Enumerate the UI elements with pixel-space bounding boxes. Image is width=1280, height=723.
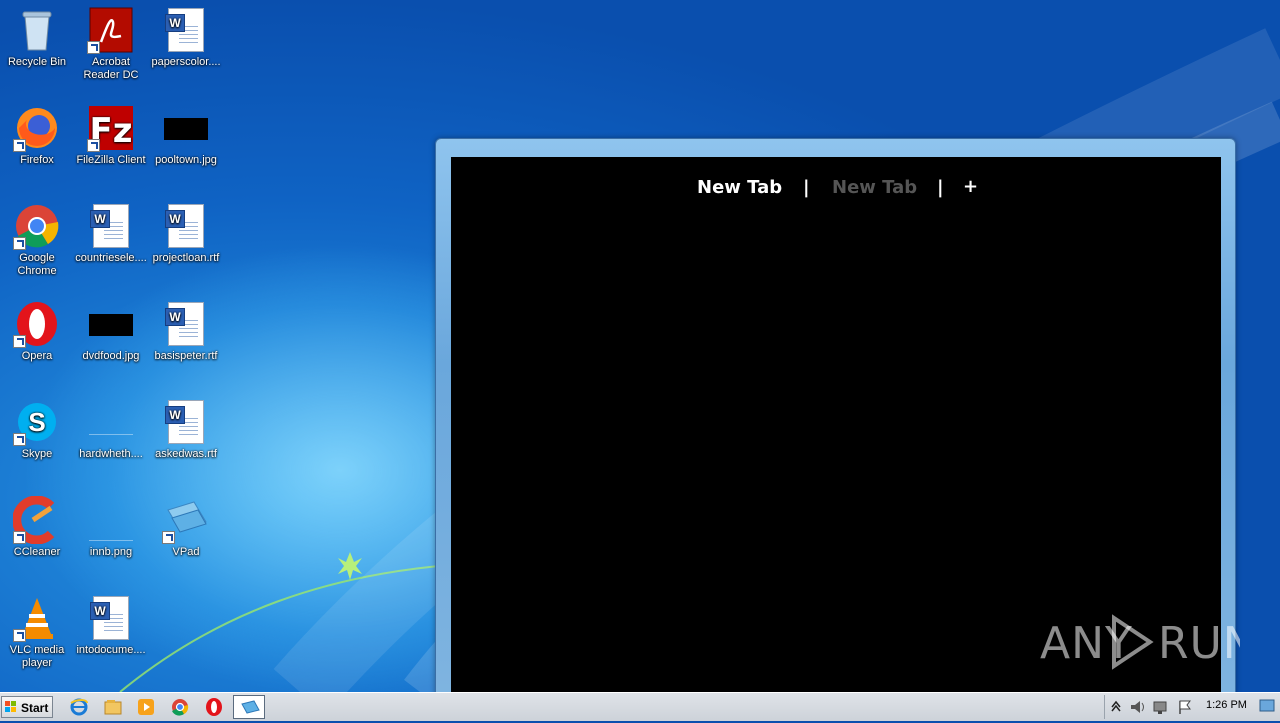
icon-label: countriesele.... bbox=[75, 252, 147, 264]
show-desktop-icon[interactable] bbox=[1259, 699, 1275, 713]
icon-label: askedwas.rtf bbox=[155, 448, 217, 460]
chrome-icon bbox=[13, 202, 61, 250]
acrobat-shortcut[interactable]: Acrobat Reader DC bbox=[74, 6, 148, 82]
shortcut-arrow-icon bbox=[13, 335, 26, 348]
icon-label: CCleaner bbox=[13, 546, 61, 558]
firefox-shortcut[interactable]: Firefox bbox=[0, 104, 74, 167]
file-intodocume[interactable]: W intodocume.... bbox=[74, 594, 148, 657]
icon-label: Google Chrome bbox=[17, 252, 57, 277]
icon-label: Firefox bbox=[20, 154, 54, 166]
word-doc-icon: W bbox=[87, 202, 135, 250]
clock[interactable]: 1:26 PM bbox=[1206, 699, 1247, 711]
file-explorer-icon[interactable] bbox=[103, 697, 123, 717]
word-doc-icon: W bbox=[162, 398, 210, 446]
image-file-icon bbox=[162, 104, 210, 152]
tab-separator: | bbox=[937, 177, 944, 198]
taskbar-active-window-vpad[interactable] bbox=[233, 695, 265, 719]
icon-label: dvdfood.jpg bbox=[82, 350, 140, 362]
new-tab-button[interactable]: + bbox=[963, 176, 978, 197]
file-basispeter[interactable]: W basispeter.rtf bbox=[149, 300, 223, 363]
start-label: Start bbox=[21, 701, 49, 715]
vpad-icon bbox=[162, 496, 210, 544]
recycle-bin-shortcut[interactable]: Recycle Bin bbox=[0, 6, 74, 69]
word-doc-icon: W bbox=[162, 202, 210, 250]
shortcut-arrow-icon bbox=[13, 237, 26, 250]
network-icon[interactable] bbox=[1153, 699, 1171, 715]
icon-label: pooltown.jpg bbox=[155, 154, 217, 166]
tab-bar: New Tab | New Tab | + bbox=[451, 176, 1221, 207]
internet-explorer-icon[interactable] bbox=[69, 697, 89, 717]
vlc-shortcut[interactable]: VLC media player bbox=[0, 594, 74, 670]
shortcut-arrow-icon bbox=[13, 629, 26, 642]
filezilla-icon: Fz bbox=[87, 104, 135, 152]
acrobat-icon bbox=[87, 6, 135, 54]
shortcut-arrow-icon bbox=[13, 531, 26, 544]
system-tray bbox=[1104, 695, 1280, 719]
shortcut-arrow-icon bbox=[87, 139, 100, 152]
anyrun-logo: ANY RUN bbox=[1040, 614, 1256, 670]
tab-separator: | bbox=[803, 177, 810, 198]
word-doc-icon: W bbox=[162, 300, 210, 348]
icon-label: Acrobat Reader DC bbox=[83, 56, 139, 81]
start-button[interactable]: Start bbox=[1, 696, 53, 718]
svg-text:S: S bbox=[28, 407, 45, 437]
tab-new-tab-active[interactable]: New Tab bbox=[697, 177, 782, 198]
shortcut-arrow-icon bbox=[13, 433, 26, 446]
media-player-icon[interactable] bbox=[136, 697, 156, 717]
word-doc-icon: W bbox=[162, 6, 210, 54]
tab-new-tab-inactive[interactable]: New Tab bbox=[832, 177, 917, 198]
filezilla-shortcut[interactable]: Fz FileZilla Client bbox=[74, 104, 148, 167]
ccleaner-shortcut[interactable]: CCleaner bbox=[0, 495, 74, 559]
icon-label: projectloan.rtf bbox=[152, 252, 220, 264]
shortcut-arrow-icon bbox=[13, 139, 26, 152]
skype-shortcut[interactable]: S Skype bbox=[0, 398, 74, 461]
opera-icon bbox=[13, 300, 61, 348]
chrome-shortcut[interactable]: Google Chrome bbox=[0, 202, 74, 278]
shortcut-arrow-icon bbox=[162, 531, 175, 544]
icon-label: Recycle Bin bbox=[7, 56, 67, 68]
shortcut-arrow-icon bbox=[87, 41, 100, 54]
icon-label: VPad bbox=[172, 546, 200, 558]
firefox-icon bbox=[13, 104, 61, 152]
icon-label: intodocume.... bbox=[76, 644, 146, 656]
icon-label: VLC media player bbox=[9, 644, 65, 669]
file-projectloan[interactable]: W projectloan.rtf bbox=[149, 202, 223, 265]
icon-label: basispeter.rtf bbox=[154, 350, 218, 362]
vlc-icon bbox=[13, 594, 61, 642]
file-dvdfood[interactable]: dvdfood.jpg bbox=[74, 300, 148, 363]
vpad-shortcut[interactable]: VPad bbox=[149, 496, 223, 559]
anyrun-watermark: ANY RUN bbox=[1040, 610, 1256, 670]
taskbar: Start 1:26 PM bbox=[0, 692, 1280, 721]
file-askedwas[interactable]: W askedwas.rtf bbox=[149, 398, 223, 461]
icon-label: FileZilla Client bbox=[76, 154, 146, 166]
action-center-flag-icon[interactable] bbox=[1177, 699, 1193, 715]
recycle-bin-icon bbox=[13, 6, 61, 54]
chrome-icon[interactable] bbox=[170, 697, 190, 717]
icon-label: hardwheth.... bbox=[79, 448, 143, 460]
file-innb[interactable]: innb.png bbox=[74, 496, 148, 559]
skype-icon: S bbox=[13, 398, 61, 446]
icon-label: Skype bbox=[21, 448, 53, 460]
icon-label: paperscolor.... bbox=[151, 56, 221, 68]
opera-shortcut[interactable]: Opera bbox=[0, 300, 74, 363]
volume-icon[interactable] bbox=[1129, 699, 1147, 715]
svg-text:RUN: RUN bbox=[1158, 618, 1240, 669]
image-file-icon bbox=[87, 496, 135, 544]
image-file-icon bbox=[87, 398, 135, 446]
file-hardwheth[interactable]: hardwheth.... bbox=[74, 398, 148, 461]
image-file-icon bbox=[87, 300, 135, 348]
vpad-icon bbox=[241, 700, 260, 714]
word-doc-icon: W bbox=[87, 594, 135, 642]
ccleaner-icon bbox=[12, 495, 61, 545]
opera-icon[interactable] bbox=[204, 697, 224, 717]
file-paperscolor[interactable]: W paperscolor.... bbox=[149, 6, 223, 69]
icon-label: Opera bbox=[21, 350, 53, 362]
file-countries[interactable]: W countriesele.... bbox=[74, 202, 148, 265]
windows-logo-icon bbox=[5, 701, 16, 712]
file-pooltown[interactable]: pooltown.jpg bbox=[149, 104, 223, 167]
icon-label: innb.png bbox=[89, 546, 133, 558]
show-hidden-icons-icon[interactable] bbox=[1111, 699, 1121, 713]
